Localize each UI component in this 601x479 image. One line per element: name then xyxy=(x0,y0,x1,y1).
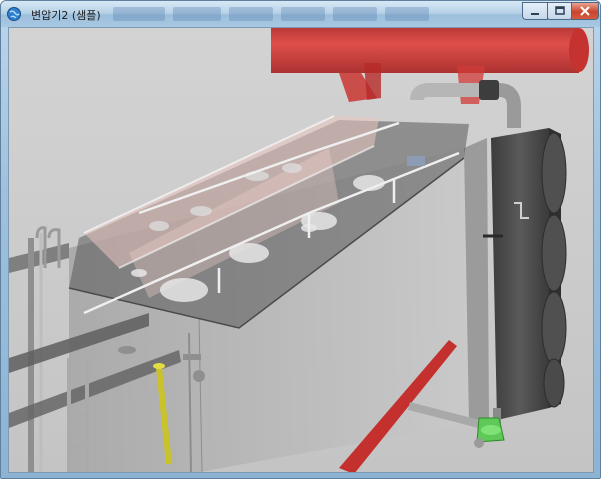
titlebar-reflection xyxy=(281,7,325,21)
titlebar-reflection xyxy=(113,7,165,21)
maximize-icon xyxy=(554,6,565,15)
minimize-button[interactable] xyxy=(522,2,548,20)
titlebar-reflection xyxy=(333,7,377,21)
close-button[interactable] xyxy=(571,2,599,20)
application-window: 변압기2 (샘플) xyxy=(0,0,601,479)
globe-icon xyxy=(7,7,21,21)
window-title: 변압기2 (샘플) xyxy=(31,9,101,22)
transformer-3d-model[interactable] xyxy=(9,28,594,473)
close-icon xyxy=(580,6,590,16)
maximize-button[interactable] xyxy=(547,2,572,20)
minimize-icon xyxy=(531,13,539,15)
titlebar-reflection xyxy=(385,7,429,21)
titlebar-reflection xyxy=(173,7,221,21)
titlebar-reflection xyxy=(229,7,273,21)
title-bar[interactable]: 변압기2 (샘플) xyxy=(1,1,600,27)
3d-viewport[interactable] xyxy=(8,27,594,473)
